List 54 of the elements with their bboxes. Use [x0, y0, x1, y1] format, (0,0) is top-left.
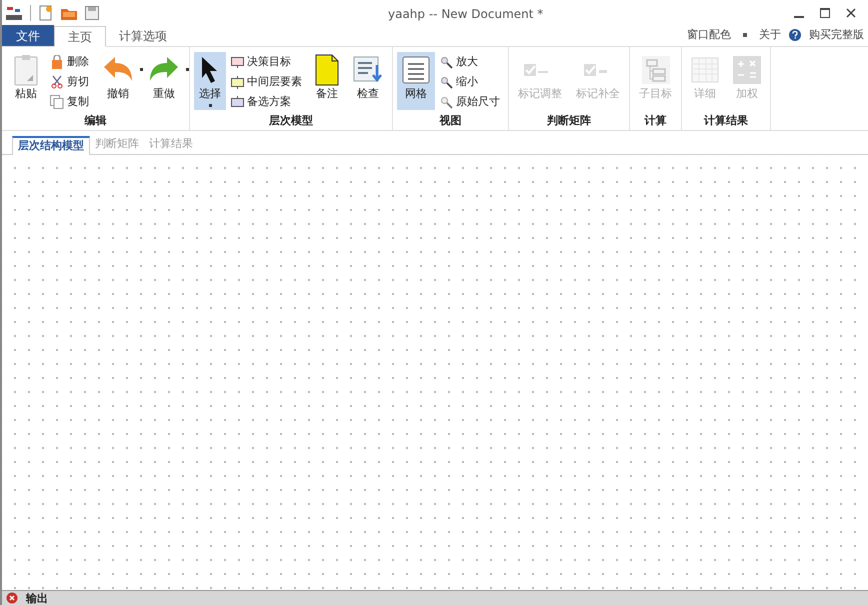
ribbon-tab[interactable]: 计算选项: [106, 25, 180, 46]
grid-list-icon: [402, 54, 430, 86]
node-icon: [230, 76, 244, 88]
color-scheme-menu[interactable]: 窗口配色: [687, 26, 731, 43]
group-label: 计算结果: [702, 113, 749, 129]
document-tab[interactable]: 层次结构模型: [12, 136, 90, 155]
ribbon-small-button[interactable]: 删除: [50, 53, 93, 71]
zoom-icon: [440, 56, 452, 68]
group-label: 判断矩阵: [546, 113, 592, 129]
ribbon-small-button[interactable]: 决策目标: [230, 53, 306, 71]
lock-icon: [51, 55, 63, 69]
note-icon: [315, 54, 339, 86]
ribbon-small-button[interactable]: 原始尺寸: [439, 93, 504, 111]
ribbon-button[interactable]: 检查: [348, 52, 388, 110]
dropdown-icon[interactable]: [743, 32, 747, 37]
file-menu-button[interactable]: 文件: [2, 25, 54, 46]
ribbon-small-button[interactable]: 剪切: [50, 73, 93, 91]
ribbon-small-button[interactable]: 复制: [50, 93, 93, 111]
error-icon: [6, 592, 18, 604]
copy-icon: [50, 95, 64, 109]
ribbon-button[interactable]: 撤销: [97, 52, 139, 110]
ribbon-tab[interactable]: 主页: [54, 26, 106, 47]
folder-icon[interactable]: [61, 6, 77, 20]
group-label: 编辑: [84, 113, 108, 129]
group-label: 计算: [643, 113, 668, 129]
calculator-icon: [733, 54, 761, 86]
ribbon-button[interactable]: 备注: [310, 52, 344, 110]
node-icon: [230, 96, 244, 108]
ribbon-button[interactable]: 重做: [143, 52, 185, 110]
ribbon-button[interactable]: 网格: [397, 52, 435, 110]
ribbon-small-button[interactable]: 缩小: [439, 73, 504, 91]
ribbon-small-button[interactable]: 备选方案: [230, 93, 306, 111]
ribbon-small-button[interactable]: 中间层要素: [230, 73, 306, 91]
save-icon[interactable]: [85, 6, 99, 20]
ribbon-small-button[interactable]: 放大: [439, 53, 504, 71]
dropdown-icon[interactable]: [208, 104, 212, 107]
help-icon[interactable]: [789, 28, 801, 41]
group-label: 视图: [438, 113, 462, 129]
ribbon-button[interactable]: 粘贴: [6, 52, 46, 110]
menu-link[interactable]: 购买完整版: [809, 26, 864, 43]
new-file-icon[interactable]: [39, 5, 53, 21]
ribbon-button[interactable]: 选择: [194, 52, 226, 110]
scissors-icon: [51, 75, 63, 89]
close-icon[interactable]: [846, 8, 856, 18]
group-label: 层次模型: [268, 113, 314, 129]
maximize-icon[interactable]: [820, 8, 830, 18]
hierarchy-icon: [642, 54, 670, 86]
panel-title: 输出: [26, 592, 48, 604]
menu-link[interactable]: 关于: [759, 26, 781, 43]
zoom-icon: [440, 96, 452, 108]
app-icon[interactable]: [6, 6, 22, 20]
node-icon: [230, 56, 244, 68]
zoom-icon: [440, 76, 452, 88]
window-title: yaahp -- New Document *: [388, 6, 544, 23]
